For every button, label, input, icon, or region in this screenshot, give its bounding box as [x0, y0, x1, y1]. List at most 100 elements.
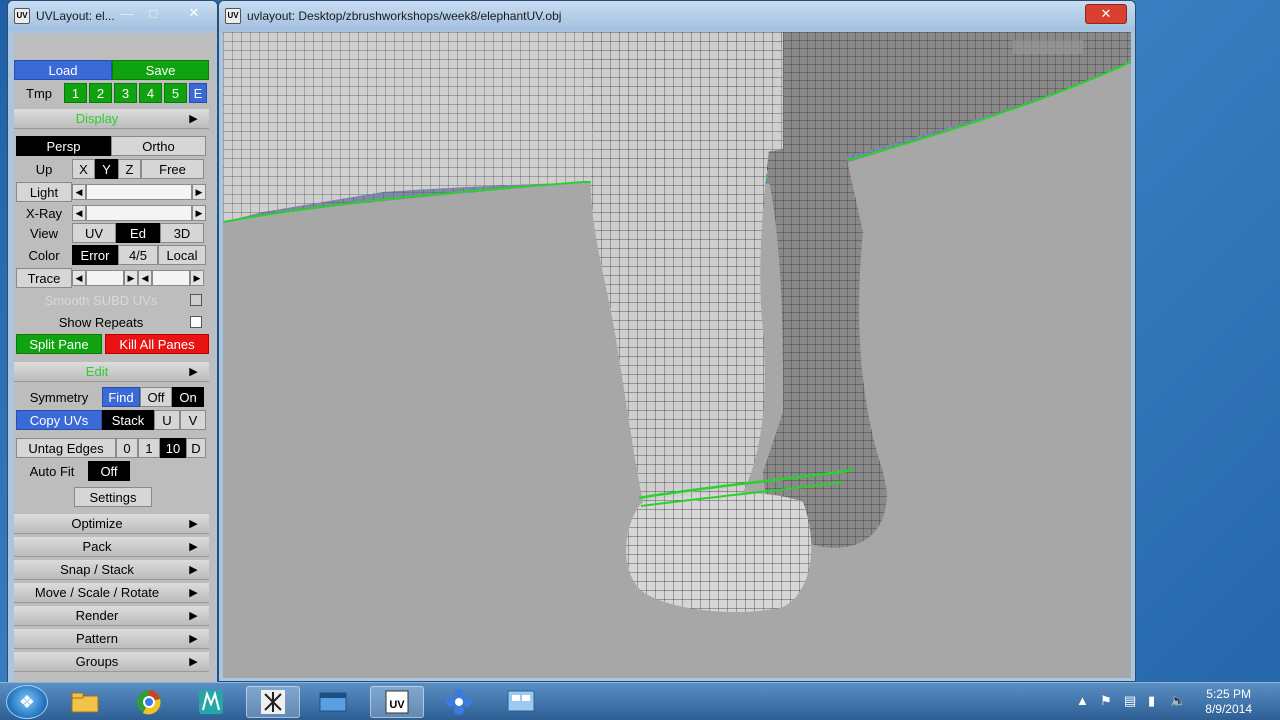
menu-pack-label: Pack — [82, 539, 112, 554]
tmp-slot-2[interactable]: 2 — [89, 83, 112, 103]
copy-uvs-button[interactable]: Copy UVs — [16, 410, 102, 430]
color-45-button[interactable]: 4/5 — [118, 245, 158, 265]
expand-arrow-icon: ▶ — [189, 656, 198, 668]
maya-icon[interactable] — [184, 686, 238, 718]
menu-pack[interactable]: Pack ▶ — [14, 537, 209, 557]
flower-icon[interactable] — [432, 686, 486, 718]
menu-render[interactable]: Render ▶ — [14, 606, 209, 626]
auto-fit-label: Auto Fit — [29, 463, 75, 479]
menu-groups[interactable]: Groups ▶ — [14, 652, 209, 672]
window-icon[interactable] — [306, 686, 360, 718]
tmp-slot-5[interactable]: 5 — [164, 83, 187, 103]
trace-mid-left-arrow-icon[interactable]: ◀ — [138, 270, 152, 286]
show-repeats-checkbox[interactable] — [190, 316, 202, 328]
edit-section-header[interactable]: Edit ▶ — [14, 362, 209, 382]
menu-pattern[interactable]: Pattern ▶ — [14, 629, 209, 649]
symmetry-find-button[interactable]: Find — [102, 387, 140, 407]
split-pane-button[interactable]: Split Pane — [16, 334, 102, 354]
tmp-slot-4[interactable]: 4 — [139, 83, 162, 103]
trace-left-arrow-icon[interactable]: ◀ — [72, 270, 86, 286]
view-uv-button[interactable]: UV — [72, 223, 116, 243]
maximize-icon[interactable]: □ — [144, 3, 162, 23]
network-icon[interactable]: ▮ — [1148, 693, 1155, 709]
trace-slider-a[interactable] — [86, 270, 124, 286]
close-icon[interactable]: ✕ — [1085, 4, 1127, 24]
show-hidden-icons-icon[interactable]: ▲ — [1076, 693, 1089, 708]
load-button[interactable]: Load — [14, 60, 112, 80]
minimize-icon[interactable]: — — [118, 3, 136, 23]
up-axis-y[interactable]: Y — [95, 159, 118, 179]
kill-all-panes-button[interactable]: Kill All Panes — [105, 334, 209, 354]
uvlayout-viewport-window: UV uvlayout: Desktop/zbrushworkshops/wee… — [218, 0, 1136, 682]
color-local-button[interactable]: Local — [158, 245, 206, 265]
volume-icon[interactable]: 🔈 — [1170, 693, 1186, 709]
save-button[interactable]: Save — [112, 60, 209, 80]
menu-move-scale-rotate-label: Move / Scale / Rotate — [34, 585, 160, 600]
auto-fit-off-button[interactable]: Off — [88, 461, 130, 481]
xray-left-arrow-icon[interactable]: ◀ — [72, 205, 86, 221]
symmetry-on-button[interactable]: On — [172, 387, 204, 407]
view-3d-button[interactable]: 3D — [160, 223, 204, 243]
light-label: Light — [16, 182, 72, 202]
v-button[interactable]: V — [180, 410, 206, 430]
light-slider[interactable] — [86, 184, 192, 200]
light-right-arrow-icon[interactable]: ▶ — [192, 184, 206, 200]
system-clock[interactable]: 5:25 PM 8/9/2014 — [1205, 687, 1252, 717]
explorer-icon[interactable] — [58, 686, 112, 718]
untag-d-button[interactable]: D — [186, 438, 206, 458]
untag-1-button[interactable]: 1 — [138, 438, 160, 458]
uvlayout-control-window: UV UVLayout: el... — □ ✕ Load Save Tmp 1… — [7, 0, 218, 684]
stack-button[interactable]: Stack — [102, 410, 154, 430]
color-error-button[interactable]: Error — [72, 245, 118, 265]
chrome-icon[interactable] — [122, 686, 176, 718]
tmp-slot-3[interactable]: 3 — [114, 83, 137, 103]
flag-icon[interactable]: ⚑ — [1100, 693, 1112, 709]
expand-arrow-icon: ▶ — [189, 633, 198, 645]
up-axis-free[interactable]: Free — [141, 159, 204, 179]
start-button-icon[interactable]: ❖ — [6, 685, 48, 719]
symmetry-off-button[interactable]: Off — [140, 387, 172, 407]
control-window-titlebar[interactable]: UV UVLayout: el... — □ ✕ — [8, 1, 217, 31]
trace-right-arrow-icon[interactable]: ▶ — [190, 270, 204, 286]
app-icon[interactable] — [494, 686, 548, 718]
edit-header-label: Edit — [85, 364, 109, 379]
settings-button[interactable]: Settings — [74, 487, 152, 507]
close-icon[interactable]: ✕ — [182, 3, 206, 23]
menu-optimize[interactable]: Optimize ▶ — [14, 514, 209, 534]
up-axis-z[interactable]: Z — [118, 159, 141, 179]
smooth-subd-checkbox[interactable] — [190, 294, 202, 306]
viewport-title: uvlayout: Desktop/zbrushworkshops/week8/… — [247, 9, 562, 23]
tmp-label: Tmp — [26, 85, 52, 101]
printer-icon[interactable]: ▤ — [1124, 693, 1136, 709]
menu-move-scale-rotate[interactable]: Move / Scale / Rotate ▶ — [14, 583, 209, 603]
expand-arrow-icon: ▶ — [189, 541, 198, 553]
display-section-header[interactable]: Display ▶ — [14, 109, 209, 129]
uvlayout-icon[interactable]: UV — [370, 686, 424, 718]
up-axis-x[interactable]: X — [72, 159, 95, 179]
trace-mid-right-arrow-icon[interactable]: ▶ — [124, 270, 138, 286]
menu-snap-stack[interactable]: Snap / Stack ▶ — [14, 560, 209, 580]
ortho-button[interactable]: Ortho — [111, 136, 206, 156]
zbrush-icon[interactable] — [246, 686, 300, 718]
elephant-mesh-render — [223, 32, 1131, 612]
xray-slider[interactable] — [86, 205, 192, 221]
3d-viewport[interactable] — [223, 32, 1131, 678]
symmetry-label: Symmetry — [29, 389, 89, 405]
light-left-arrow-icon[interactable]: ◀ — [72, 184, 86, 200]
u-button[interactable]: U — [154, 410, 180, 430]
view-ed-button[interactable]: Ed — [116, 223, 160, 243]
untag-0-button[interactable]: 0 — [116, 438, 138, 458]
control-panel: Load Save Tmp 1 2 3 4 5 E Display ▶ Pers… — [14, 33, 215, 683]
xray-right-arrow-icon[interactable]: ▶ — [192, 205, 206, 221]
display-header-label: Display — [75, 111, 119, 126]
menu-groups-label: Groups — [75, 654, 119, 669]
untag-10-button[interactable]: 10 — [160, 438, 186, 458]
expand-arrow-icon: ▶ — [189, 610, 198, 622]
untag-edges-button[interactable]: Untag Edges — [16, 438, 116, 458]
trace-slider-b[interactable] — [152, 270, 190, 286]
smooth-subd-label: Smooth SUBD UVs — [44, 292, 158, 308]
persp-button[interactable]: Persp — [16, 136, 111, 156]
tmp-slot-e[interactable]: E — [189, 83, 207, 103]
viewport-titlebar[interactable]: UV uvlayout: Desktop/zbrushworkshops/wee… — [219, 1, 1135, 31]
tmp-slot-1[interactable]: 1 — [64, 83, 87, 103]
